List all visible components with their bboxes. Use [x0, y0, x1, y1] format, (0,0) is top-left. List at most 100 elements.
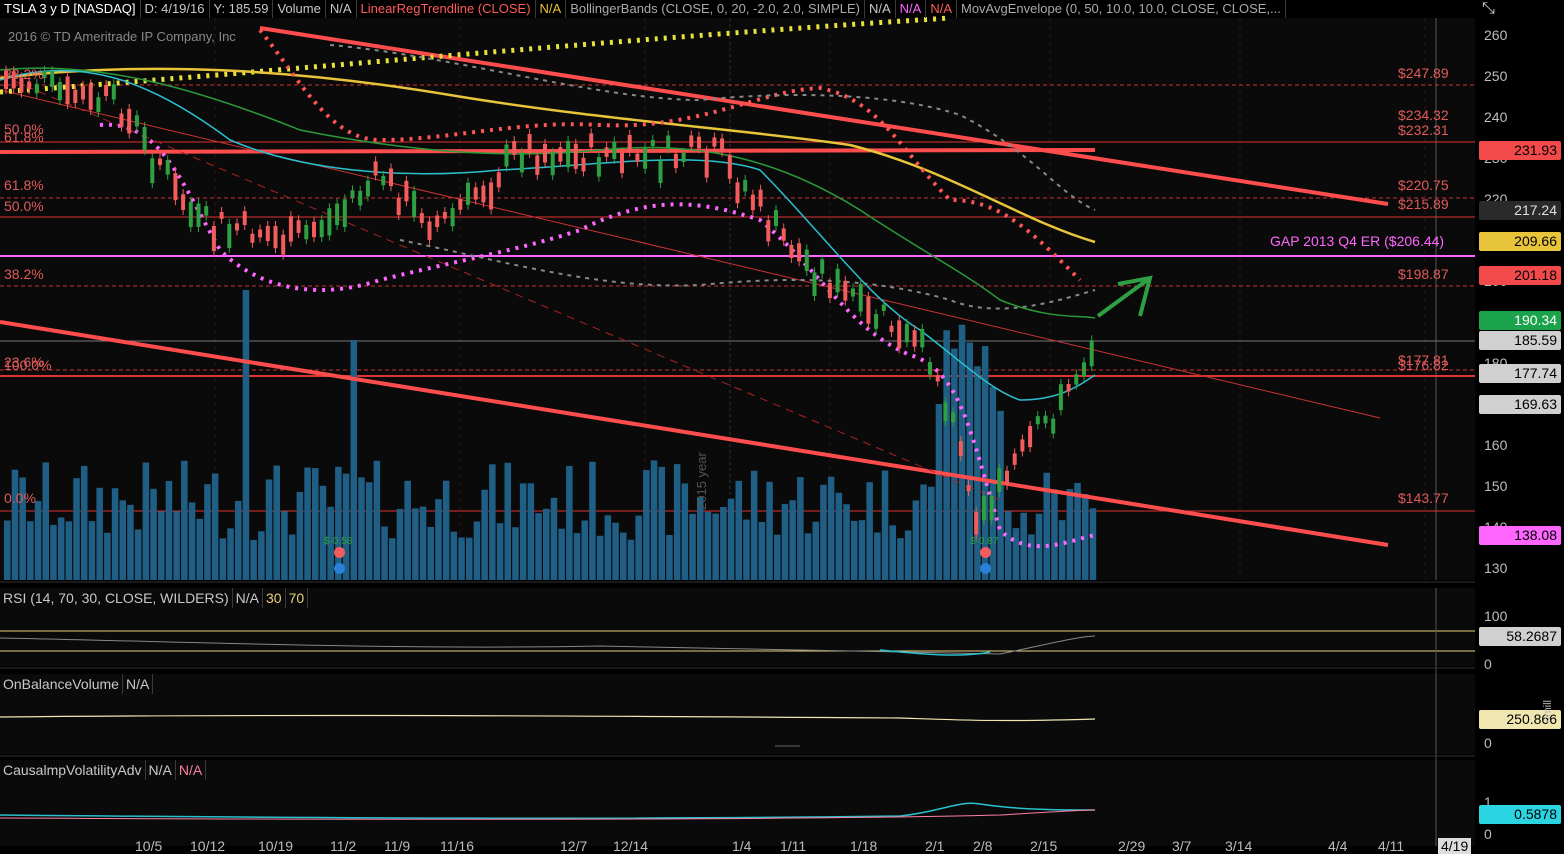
price-tag: 190.34 [1479, 311, 1561, 330]
volume-bar [589, 461, 596, 580]
volume-bar [304, 467, 311, 580]
volume-bar [1051, 489, 1058, 580]
rsi-70: 70 [286, 588, 309, 608]
volume-bar [466, 537, 473, 580]
rsi-axis-100: 100 [1484, 608, 1508, 624]
expand-close-icon[interactable]: ⤡ [1482, 0, 1502, 18]
volume-bar [951, 348, 958, 580]
na-label: N/A [926, 0, 957, 18]
fib-percent-label: 38.2% [4, 266, 44, 282]
price-tag: 169.63 [1479, 395, 1561, 414]
study-envelope[interactable]: MovAvgEnvelope (0, 50, 10.0, 10.0, CLOSE… [957, 0, 1286, 18]
obv-unit: <mill [1542, 700, 1554, 723]
price-tag: 231.93 [1479, 141, 1561, 160]
fib-percent-label: 100.0% [4, 357, 52, 373]
price-tag: 209.66 [1479, 232, 1561, 251]
price-chart-canvas[interactable] [0, 0, 1564, 852]
volume-bar [258, 531, 265, 580]
volume-bar [904, 530, 912, 580]
volume-bar [27, 521, 34, 580]
year-marker: 2015 year [694, 452, 709, 510]
y-value-label: Y: 185.59 [210, 0, 274, 18]
volume-bar [11, 469, 19, 580]
volume-bar [743, 519, 750, 580]
volume-bar [573, 533, 581, 580]
price-tag: 201.18 [1479, 266, 1561, 285]
volume-bar [158, 511, 165, 580]
volume-bar [928, 486, 935, 580]
volume-bar [851, 520, 858, 580]
volume-bar [412, 508, 419, 580]
earnings-icon[interactable] [334, 547, 345, 558]
volume-bar [489, 464, 496, 580]
volume-bar [1028, 534, 1035, 580]
volume-bar [681, 483, 689, 580]
volume-bar [943, 330, 950, 580]
volume-bar [820, 484, 827, 580]
level-price-label: $198.87 [1398, 266, 1449, 282]
volume-bar [435, 499, 442, 580]
gap-label: GAP 2013 Q4 ER ($206.44) [1270, 233, 1445, 249]
volume-bar [196, 518, 203, 580]
resistance-line [0, 148, 1096, 154]
volume-bar [396, 508, 404, 580]
volume-bar [612, 522, 619, 580]
volume-bar [1012, 528, 1020, 580]
price-tag: 138.08 [1479, 526, 1561, 545]
volume-bar [73, 478, 80, 580]
study-volume[interactable]: Volume [273, 0, 326, 18]
rsi-axis-0: 0 [1484, 656, 1492, 672]
volume-bar [843, 504, 850, 580]
volume-bar [935, 404, 943, 580]
volume-bar [181, 460, 188, 580]
volume-bar [874, 532, 881, 580]
volume-bar [65, 521, 73, 580]
na-label: N/A [865, 0, 896, 18]
volume-bar [835, 492, 843, 580]
earnings-icon[interactable] [980, 547, 991, 558]
volume-bar [689, 513, 696, 580]
symbol-label[interactable]: TSLA 3 y D [NASDAQ] [0, 0, 141, 18]
fib-percent-label: 61.8% [4, 177, 44, 193]
volume-bar [866, 482, 873, 580]
price-axis-tick: 250 [1484, 68, 1508, 84]
dividend-icon[interactable] [334, 563, 345, 574]
volume-bar [650, 460, 658, 580]
volume-bar [643, 470, 650, 580]
volume-bar [766, 481, 773, 580]
volume-bar [373, 460, 381, 580]
rsi-title[interactable]: RSI (14, 70, 30, CLOSE, WILDERS) [0, 588, 233, 608]
volume-bar [96, 487, 103, 580]
volume-bar [281, 511, 288, 580]
civ-header: CausalmpVolatilityAdv N/A N/A [0, 760, 207, 780]
level-price-label: $247.89 [1398, 65, 1449, 81]
study-linreg[interactable]: LinearRegTrendline (CLOSE) [357, 0, 536, 18]
volume-bar [635, 515, 642, 580]
volume-bar [42, 462, 49, 580]
obv-header: OnBalanceVolume N/A [0, 674, 154, 694]
volume-bar [519, 483, 527, 580]
volume-bar [804, 533, 812, 580]
volume-bar [242, 290, 250, 580]
volume-bar [1005, 511, 1012, 580]
level-price-label: $215.89 [1398, 196, 1449, 212]
study-bollinger[interactable]: BollingerBands (CLOSE, 0, 20, -2.0, 2.0,… [566, 0, 865, 18]
volume-bar [1020, 512, 1027, 580]
obv-title[interactable]: OnBalanceVolume [0, 674, 123, 694]
volume-bar [419, 506, 427, 580]
volume-bar [111, 488, 119, 580]
civ-na: N/A [146, 760, 176, 780]
volume-bar [997, 410, 1004, 580]
price-tag: 185.59 [1479, 331, 1561, 350]
dividend-icon[interactable] [980, 563, 991, 574]
volume-bar [34, 501, 42, 580]
volume-bar [1066, 489, 1074, 580]
volume-bar [720, 506, 727, 580]
volume-bar [704, 511, 712, 580]
volume-bar [797, 477, 804, 580]
volume-bar [119, 500, 126, 580]
civ-title[interactable]: CausalmpVolatilityAdv [0, 760, 146, 780]
volume-bar [789, 500, 796, 580]
volume-bar [504, 462, 511, 580]
volume-bar [881, 470, 889, 580]
